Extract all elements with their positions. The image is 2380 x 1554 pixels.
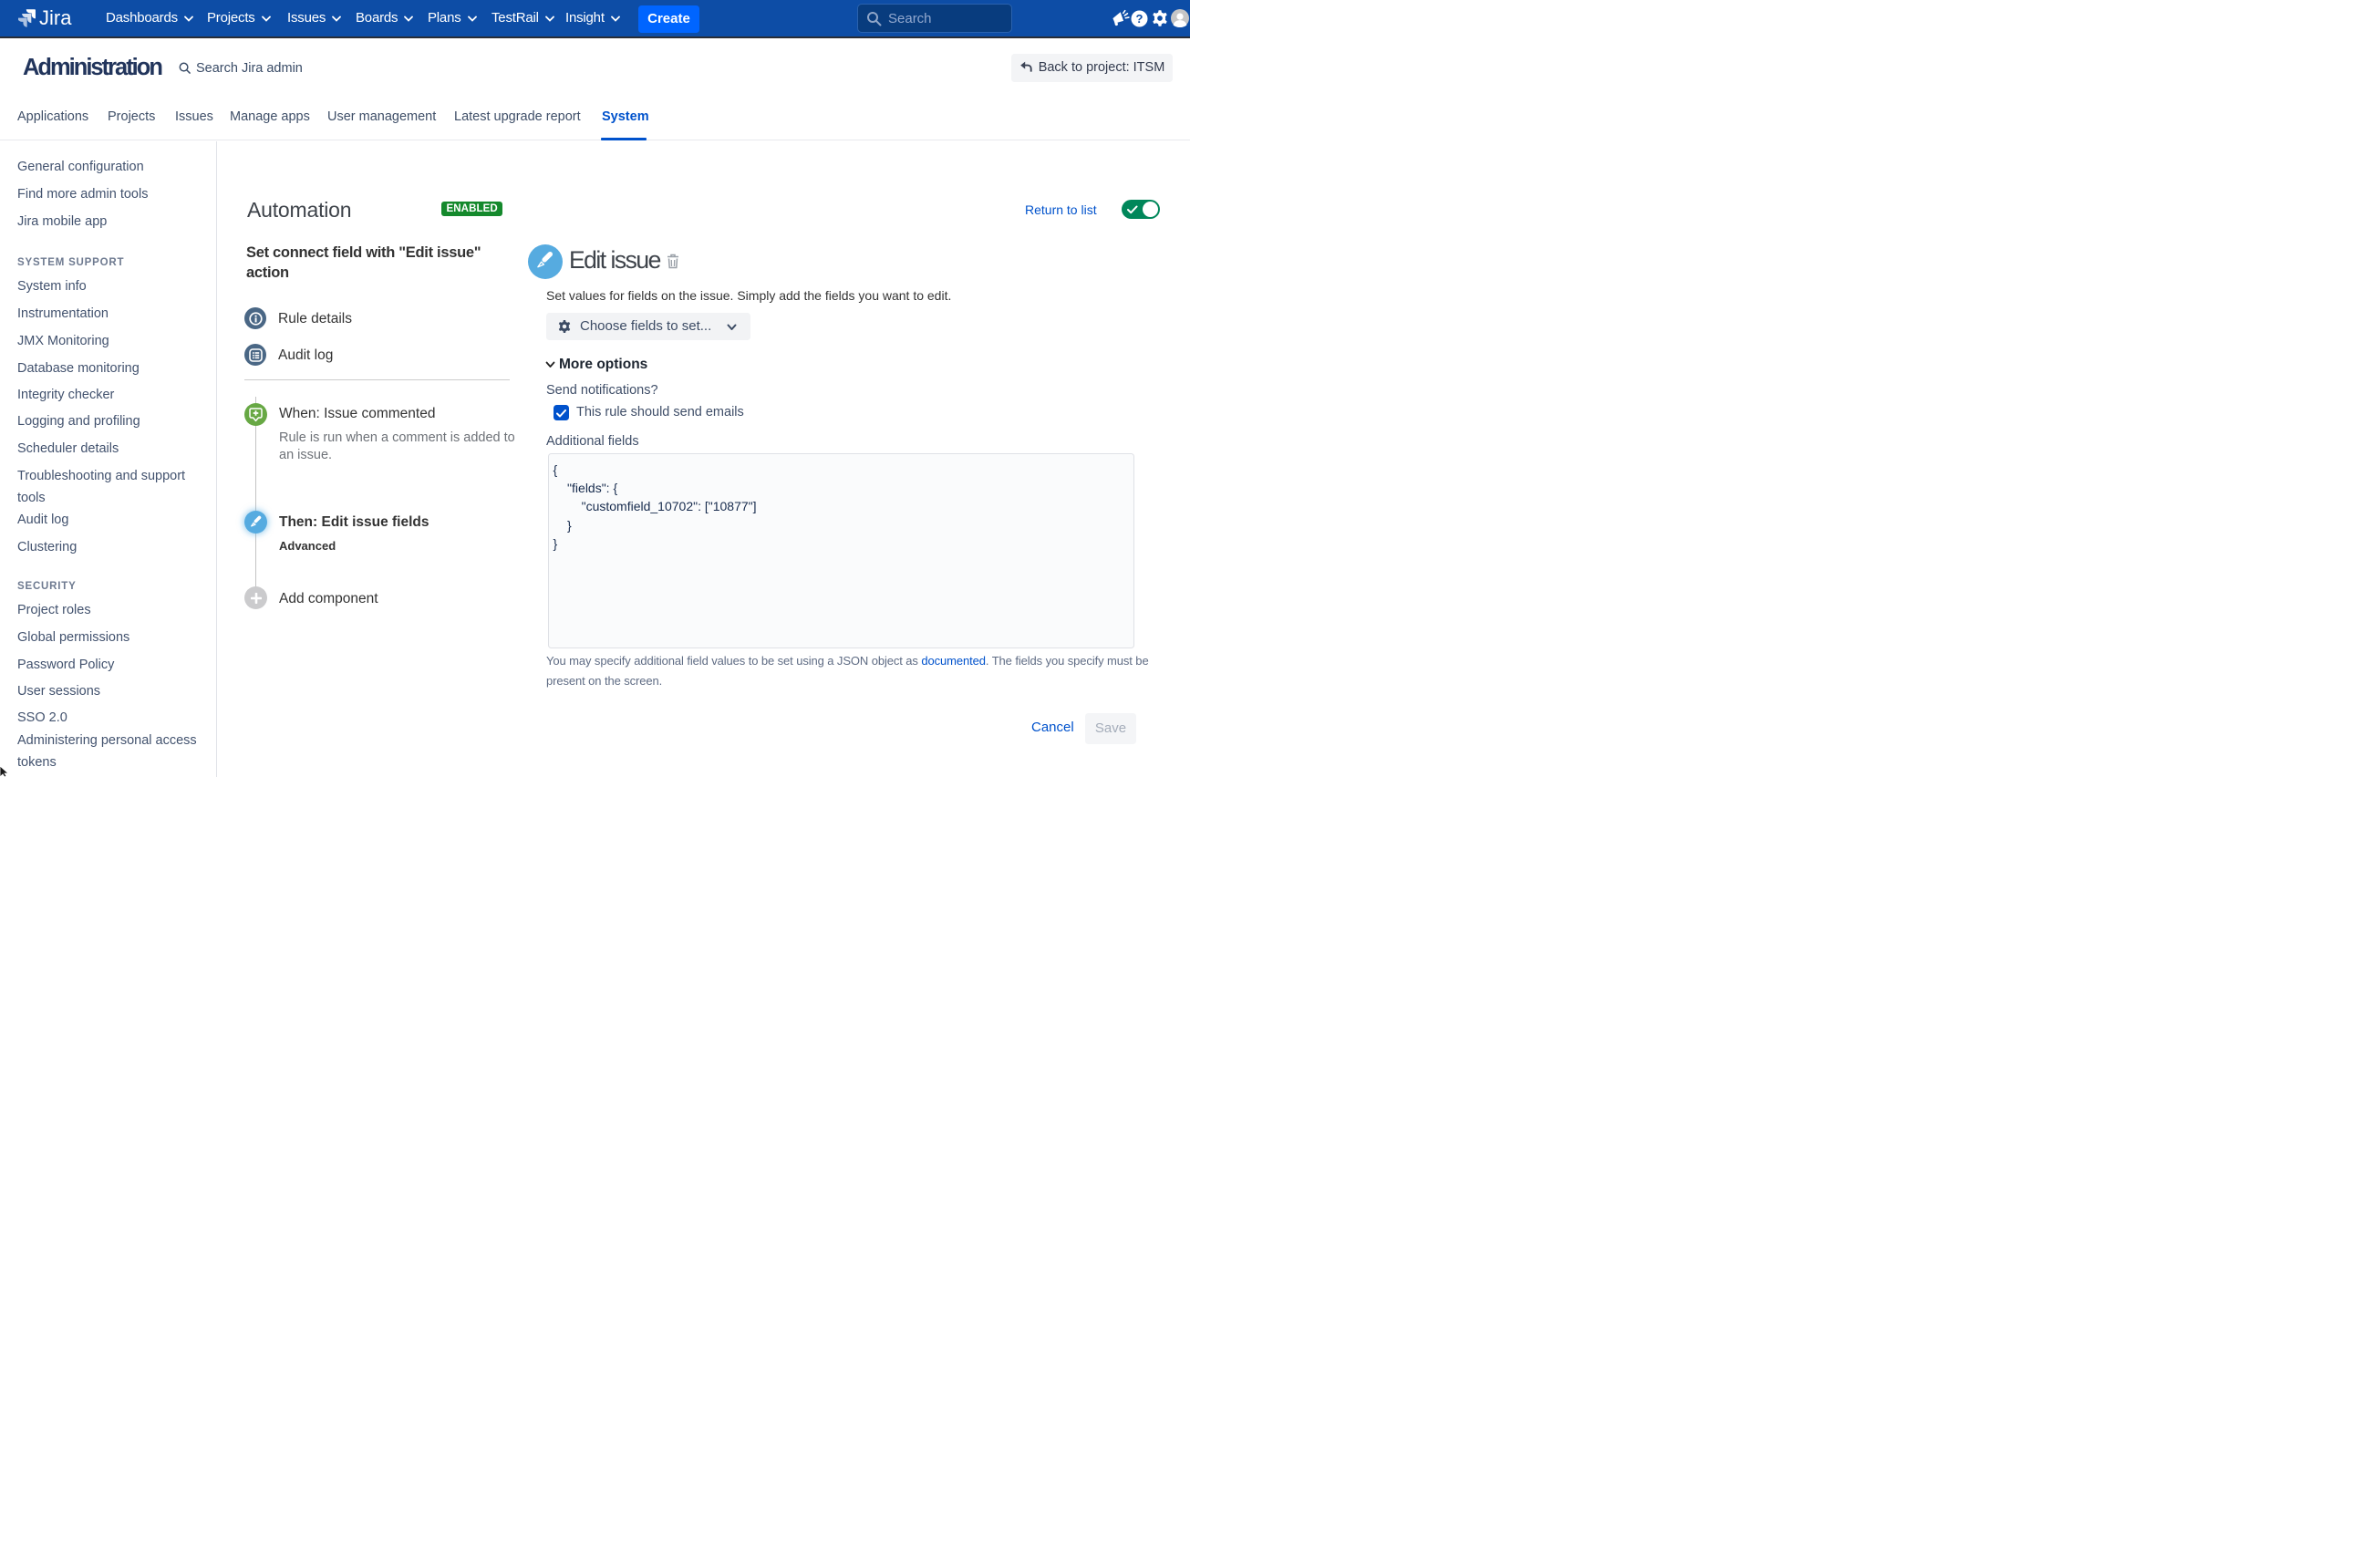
svg-text:?: ?	[1136, 12, 1143, 26]
